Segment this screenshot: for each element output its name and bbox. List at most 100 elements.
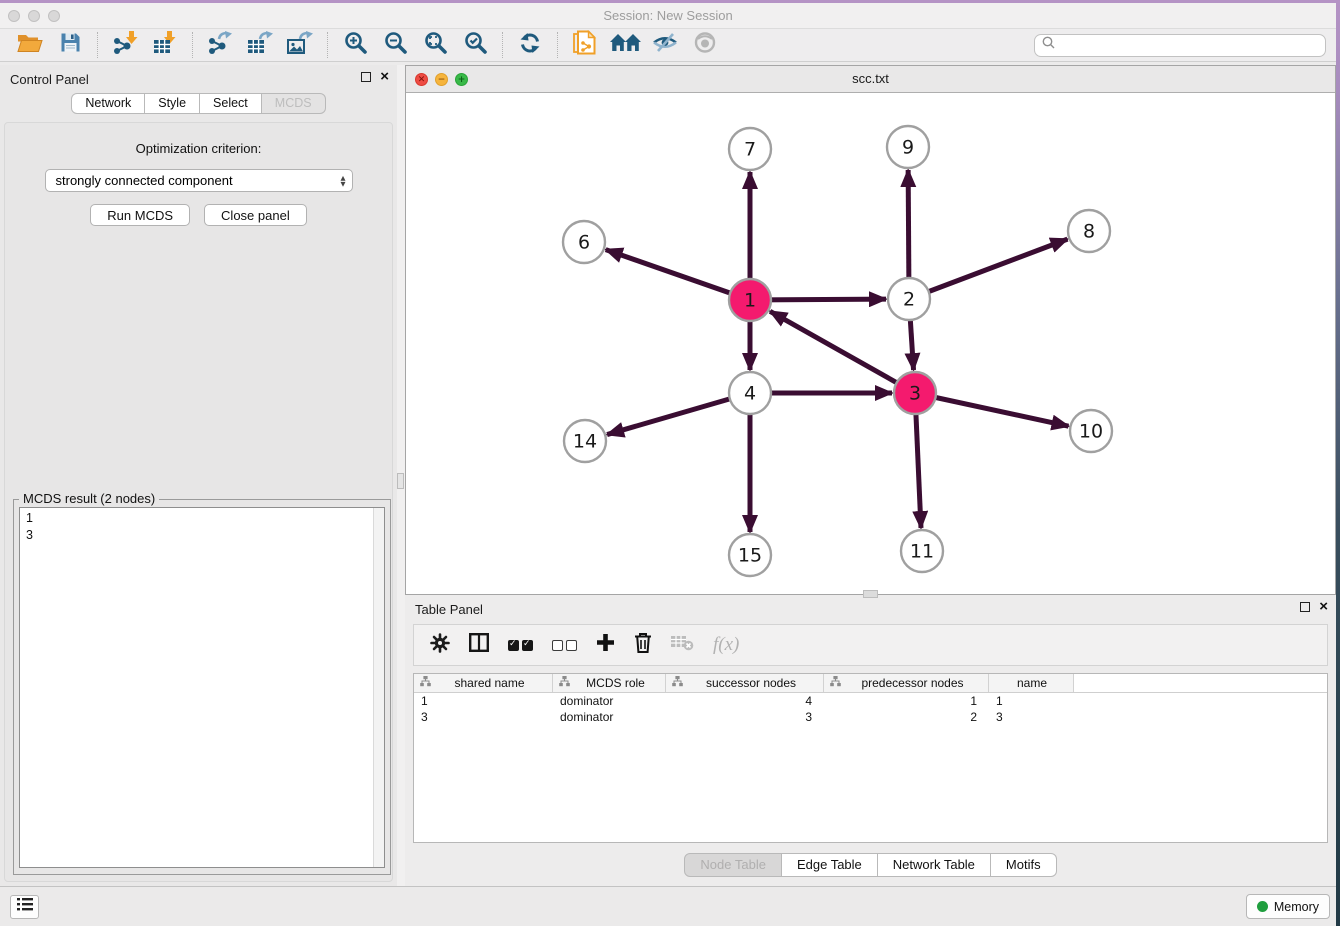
- close-panel-button[interactable]: Close panel: [204, 204, 307, 226]
- export-table-button[interactable]: [240, 30, 280, 60]
- criterion-select[interactable]: strongly connected component ▲▼: [45, 169, 353, 192]
- add-column-button[interactable]: [596, 633, 615, 657]
- maximize-network-button[interactable]: +: [455, 73, 468, 86]
- export-network-icon: [207, 31, 233, 59]
- column-header-shared-name[interactable]: shared name: [414, 674, 553, 692]
- plus-icon: [596, 633, 615, 657]
- save-session-button[interactable]: [50, 30, 90, 60]
- minimize-network-button[interactable]: −: [435, 73, 448, 86]
- tab-network-table[interactable]: Network Table: [878, 853, 991, 877]
- network-window-titlebar[interactable]: ✕ − + scc.txt: [406, 66, 1335, 93]
- graph-edge-3-10[interactable]: [915, 393, 1069, 426]
- table-cell[interactable]: dominator: [553, 694, 666, 708]
- deselect-all-button[interactable]: [552, 640, 577, 651]
- tab-mcds[interactable]: MCDS: [262, 93, 326, 114]
- delete-column-button[interactable]: [634, 632, 652, 658]
- float-table-panel-icon[interactable]: [1300, 602, 1310, 612]
- table-cell[interactable]: dominator: [553, 710, 666, 724]
- tab-network[interactable]: Network: [71, 93, 145, 114]
- export-table-icon: [247, 31, 273, 59]
- trash-icon: [634, 632, 652, 658]
- hierarchy-icon: [420, 676, 431, 690]
- zoom-window-button[interactable]: [48, 10, 60, 22]
- home-view-button[interactable]: [605, 30, 645, 60]
- table-cell[interactable]: 1: [989, 694, 1074, 708]
- search-input[interactable]: [1060, 37, 1318, 53]
- tab-select[interactable]: Select: [200, 93, 262, 114]
- close-window-button[interactable]: [8, 10, 20, 22]
- graph-node-label-11: 11: [910, 541, 934, 563]
- select-all-button[interactable]: [508, 640, 533, 651]
- graph-edge-3-1[interactable]: [770, 311, 915, 393]
- zoom-selected-button[interactable]: [455, 30, 495, 60]
- table-cell[interactable]: 1: [414, 694, 553, 708]
- column-header-name[interactable]: name: [989, 674, 1074, 692]
- graph-edge-2-8[interactable]: [909, 239, 1067, 299]
- chevron-up-down-icon: ▲▼: [341, 175, 346, 187]
- import-table-button[interactable]: [145, 30, 185, 60]
- hierarchy-icon: [559, 676, 570, 690]
- graph-node-label-4: 4: [744, 383, 756, 405]
- graph-node-label-1: 1: [744, 290, 756, 312]
- toolbar-separator: [502, 32, 503, 58]
- export-image-button[interactable]: [280, 30, 320, 60]
- import-table-icon: [153, 31, 177, 59]
- column-header-predecessor-nodes[interactable]: predecessor nodes: [824, 674, 989, 692]
- tab-motifs[interactable]: Motifs: [991, 853, 1057, 877]
- run-mcds-button[interactable]: Run MCDS: [90, 204, 190, 226]
- zoom-fit-button[interactable]: [415, 30, 455, 60]
- checked-checkbox-icon: [508, 640, 519, 651]
- duplicate-network-button[interactable]: [565, 30, 605, 60]
- table-cell[interactable]: 3: [666, 710, 824, 724]
- splitter-handle[interactable]: [397, 473, 404, 489]
- search-icon: [1042, 36, 1055, 54]
- table-cell[interactable]: 3: [414, 710, 553, 724]
- minimize-window-button[interactable]: [28, 10, 40, 22]
- network-graph[interactable]: 7968124314101511: [406, 93, 1335, 594]
- delete-table-button[interactable]: [671, 634, 694, 656]
- table-cell[interactable]: 2: [824, 710, 989, 724]
- save-floppy-icon: [60, 32, 81, 58]
- graph-edge-4-14[interactable]: [607, 393, 750, 435]
- float-panel-icon[interactable]: [361, 72, 371, 82]
- network-title: scc.txt: [406, 66, 1335, 92]
- tab-style[interactable]: Style: [145, 93, 200, 114]
- vertical-splitter[interactable]: [397, 65, 405, 886]
- tab-edge-table[interactable]: Edge Table: [782, 853, 878, 877]
- open-session-button[interactable]: [10, 30, 50, 60]
- column-header-successor-nodes[interactable]: successor nodes: [666, 674, 824, 692]
- hide-selected-button[interactable]: [645, 30, 685, 60]
- network-canvas[interactable]: 7968124314101511: [406, 93, 1335, 594]
- export-network-button[interactable]: [200, 30, 240, 60]
- refresh-view-button[interactable]: [510, 30, 550, 60]
- task-history-button[interactable]: [10, 895, 39, 919]
- memory-button[interactable]: Memory: [1246, 894, 1330, 919]
- zoom-out-button[interactable]: [375, 30, 415, 60]
- result-scrollbar[interactable]: [373, 508, 384, 867]
- zoom-in-button[interactable]: [335, 30, 375, 60]
- function-builder-button[interactable]: f(x): [713, 634, 739, 656]
- table-row[interactable]: 1dominator411: [414, 693, 1327, 709]
- show-columns-button[interactable]: [469, 633, 489, 657]
- close-table-panel-icon[interactable]: ×: [1319, 601, 1328, 613]
- table-cell[interactable]: 1: [824, 694, 989, 708]
- table-row[interactable]: 3dominator323: [414, 709, 1327, 725]
- table-cell[interactable]: 3: [989, 710, 1074, 724]
- delete-table-icon: [671, 634, 694, 656]
- close-panel-icon[interactable]: ×: [380, 71, 389, 83]
- search-box[interactable]: [1034, 34, 1326, 57]
- hierarchy-icon: [672, 676, 683, 690]
- tab-node-table[interactable]: Node Table: [684, 853, 782, 877]
- table-settings-button[interactable]: [430, 633, 450, 658]
- show-hidden-button[interactable]: [685, 30, 725, 60]
- control-panel-title: Control Panel: [10, 72, 89, 87]
- graph-edge-1-6[interactable]: [606, 250, 750, 300]
- table-cell[interactable]: 4: [666, 694, 824, 708]
- column-header-mcds-role[interactable]: MCDS role: [553, 674, 666, 692]
- zoom-in-icon: [344, 31, 367, 59]
- zoom-selected-icon: [464, 31, 487, 59]
- columns-icon: [469, 633, 489, 657]
- close-network-button[interactable]: ✕: [415, 73, 428, 86]
- import-network-button[interactable]: [105, 30, 145, 60]
- eye-slash-icon: [652, 32, 678, 58]
